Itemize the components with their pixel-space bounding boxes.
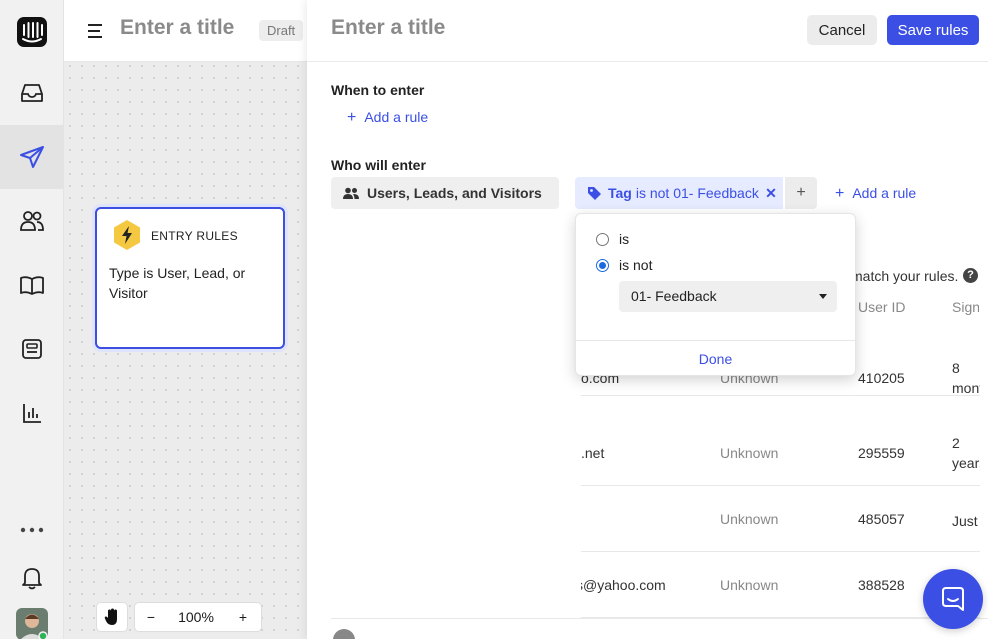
cell-user-id: 295559 [858, 445, 905, 461]
cell-email: s@yahoo.com [581, 577, 666, 593]
nav-rail [0, 0, 64, 639]
cell-user-id: 410205 [858, 370, 905, 386]
avatar [16, 608, 48, 639]
cell-signed-up: 8 months ago [952, 360, 980, 396]
audience-selector[interactable]: Users, Leads, and Visitors [331, 177, 559, 209]
canvas-title[interactable]: Enter a title [120, 16, 234, 40]
option-is[interactable]: is [596, 231, 629, 247]
tag-filter-operator: is not [635, 185, 670, 201]
entry-rules-label: ENTRY RULES [151, 229, 238, 243]
panel-title[interactable]: Enter a title [331, 16, 445, 40]
zoom-controls: − 100% + [96, 602, 262, 632]
who-will-enter-label: Who will enter [331, 157, 426, 173]
option-is-not[interactable]: is not [596, 257, 652, 273]
when-to-enter-label: When to enter [331, 82, 425, 98]
cell-status: Unknown [720, 577, 779, 593]
option-is-not-label: is not [619, 257, 653, 273]
zoom-out-button[interactable]: − [135, 609, 167, 625]
tag-filter-attribute: Tag [608, 185, 632, 201]
nav-contacts[interactable] [0, 189, 64, 253]
plus-icon: + [835, 185, 845, 202]
rules-panel: Enter a title Cancel Save rules When to … [307, 0, 988, 639]
radio-is[interactable] [596, 232, 609, 246]
status-badge: Draft [259, 20, 304, 41]
table-row[interactable]: .net Unknown 295559 2 years ago [581, 420, 980, 486]
zoom-level: 100% [178, 609, 214, 625]
users-icon [20, 211, 44, 231]
intercom-logo-icon [17, 17, 47, 47]
cell-status: Unknown [720, 445, 779, 461]
cell-signed-up: 2 years ago [952, 435, 980, 471]
zoom-group: − 100% + [134, 602, 262, 632]
table-row[interactable]: s@yahoo.com Unknown 388528 2 years ago [581, 552, 980, 618]
tag-value-select[interactable]: 01- Feedback [619, 281, 837, 312]
entry-rules-description: Type is User, Lead, or Visitor [109, 265, 246, 301]
save-rules-button[interactable]: Save rules [887, 15, 979, 45]
help-icon[interactable]: ? [963, 268, 978, 283]
cancel-button[interactable]: Cancel [807, 15, 877, 45]
people-icon [343, 187, 359, 199]
window-icon [22, 339, 42, 359]
tag-filter-pill[interactable]: Tag is not 01- Feedback [575, 177, 783, 209]
nav-outbound[interactable] [0, 125, 64, 189]
add-when-rule-button[interactable]: + Add a rule [347, 109, 428, 127]
paper-plane-icon [20, 146, 44, 168]
radio-is-not[interactable] [596, 258, 609, 272]
lightning-icon [114, 220, 140, 250]
cell-email: .net [581, 445, 605, 461]
cell-status: Unknown [720, 511, 779, 527]
option-is-label: is [619, 231, 630, 247]
nav-articles[interactable] [0, 253, 64, 317]
match-summary-text: match your rules. [851, 268, 959, 284]
entry-rules-card[interactable]: ENTRY RULES Type is User, Lead, or Visit… [95, 207, 285, 349]
nav-reports[interactable] [0, 381, 64, 445]
plus-icon: + [796, 184, 806, 201]
book-icon [20, 276, 44, 295]
bar-chart-icon [23, 404, 41, 423]
tag-icon [588, 186, 601, 200]
nav-messenger[interactable] [0, 317, 64, 381]
add-filter-button[interactable]: + [785, 177, 817, 209]
more-dots-icon [20, 527, 44, 533]
user-avatar[interactable] [0, 592, 64, 639]
divider [331, 618, 988, 619]
col-header-user-id[interactable]: User ID [858, 299, 905, 315]
tag-value-selected: 01- Feedback [631, 288, 717, 304]
intercom-logo[interactable] [0, 0, 64, 64]
panel-header: Enter a title Cancel Save rules [307, 0, 988, 62]
avatar [333, 629, 355, 639]
cell-user-id: 388528 [858, 577, 905, 593]
cell-signed-up: Just now [952, 513, 980, 529]
filter-popover: is is not 01- Feedback Done [575, 213, 856, 376]
caret-down-icon [819, 294, 827, 299]
add-who-rule-button[interactable]: + Add a rule [835, 185, 916, 203]
zoom-in-button[interactable]: + [225, 609, 261, 625]
plus-icon: + [347, 109, 357, 126]
canvas-header: Enter a title Draft [64, 0, 324, 62]
nav-inbox[interactable] [0, 61, 64, 125]
inbox-icon [21, 84, 43, 102]
menu-icon[interactable] [88, 24, 104, 38]
pan-hand-button[interactable] [96, 602, 128, 632]
messenger-launcher-button[interactable] [923, 569, 983, 629]
divider [576, 340, 855, 341]
table-row[interactable]: Unknown 485057 Just now [581, 486, 980, 552]
col-header-signed-up[interactable]: Signed up [952, 299, 979, 315]
done-button[interactable]: Done [576, 351, 855, 367]
cell-user-id: 485057 [858, 511, 905, 527]
add-rule-label: Add a rule [852, 185, 917, 201]
hand-icon [104, 608, 117, 625]
chat-icon [942, 587, 964, 611]
bell-icon [22, 568, 42, 590]
add-rule-label: Add a rule [364, 109, 429, 125]
audience-label: Users, Leads, and Visitors [367, 185, 542, 201]
close-icon: ✕ [765, 184, 777, 201]
remove-filter-button[interactable]: ✕ [759, 177, 783, 209]
